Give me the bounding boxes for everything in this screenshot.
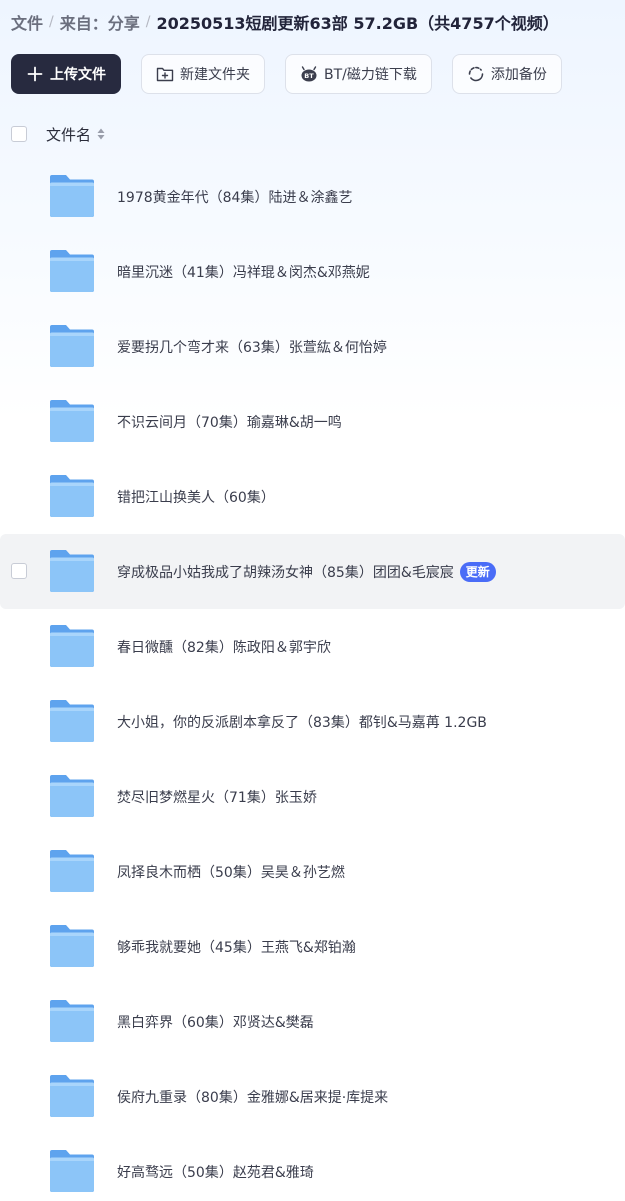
breadcrumb-current: 20250513短剧更新63部 57.2GB（共4757个视频） bbox=[156, 14, 559, 33]
add-backup-button[interactable]: 添加备份 bbox=[451, 54, 562, 94]
file-name-label: 不识云间月（70集）瑜嘉琳&胡一鸣 bbox=[117, 414, 342, 431]
file-name[interactable]: 错把江山换美人（60集） bbox=[117, 459, 275, 534]
file-name-label: 错把江山换美人（60集） bbox=[117, 489, 275, 506]
folder-icon bbox=[49, 924, 95, 968]
file-row[interactable]: 不识云间月（70集）瑜嘉琳&胡一鸣 bbox=[0, 384, 625, 459]
breadcrumb-source[interactable]: 来自：分享 bbox=[60, 10, 140, 34]
folder-icon bbox=[49, 624, 95, 668]
file-name-label: 焚尽旧梦燃星火（71集）张玉娇 bbox=[117, 789, 317, 806]
sort-icon[interactable] bbox=[97, 128, 105, 140]
bt-download-button-label: BT/磁力链下载 bbox=[324, 67, 417, 83]
file-name[interactable]: 暗里沉迷（41集）冯祥琨＆闵杰&邓燕妮 bbox=[117, 234, 370, 309]
file-name[interactable]: 不识云间月（70集）瑜嘉琳&胡一鸣 bbox=[117, 384, 342, 459]
file-row[interactable]: 错把江山换美人（60集） bbox=[0, 459, 625, 534]
toolbar: 上传文件 新建文件夹 BT BT/磁力链下载 添加备份 bbox=[11, 54, 562, 94]
file-name[interactable]: 侯府九重录（80集）金雅娜&居来提·库提来 bbox=[117, 1059, 388, 1134]
folder-icon bbox=[49, 324, 95, 368]
plus-icon bbox=[26, 65, 44, 83]
file-name-label: 暗里沉迷（41集）冯祥琨＆闵杰&邓燕妮 bbox=[117, 264, 370, 281]
breadcrumb: 文件 / 来自：分享 / 20250513短剧更新63部 57.2GB（共475… bbox=[11, 9, 559, 35]
file-name-label: 够乖我就要她（45集）王燕飞&郑铂瀚 bbox=[117, 939, 356, 956]
file-row[interactable]: 焚尽旧梦燃星火（71集）张玉娇 bbox=[0, 759, 625, 834]
file-name-label: 好高骛远（50集）赵苑君&雅琦 bbox=[117, 1164, 314, 1181]
svg-text:BT: BT bbox=[304, 72, 314, 80]
folder-icon bbox=[49, 474, 95, 518]
folder-icon bbox=[49, 1074, 95, 1118]
folder-plus-icon bbox=[156, 65, 174, 83]
folder-icon bbox=[49, 174, 95, 218]
file-name-label: 穿成极品小姑我成了胡辣汤女神（85集）团团&毛宸宸 bbox=[117, 564, 454, 581]
column-header-name-label: 文件名 bbox=[46, 125, 92, 144]
file-name-label: 爱要拐几个弯才来（63集）张萱紘＆何怡婷 bbox=[117, 339, 387, 356]
list-header: 文件名 bbox=[0, 118, 625, 150]
breadcrumb-root[interactable]: 文件 bbox=[11, 10, 43, 34]
folder-icon bbox=[49, 549, 95, 593]
file-name[interactable]: 够乖我就要她（45集）王燕飞&郑铂瀚 bbox=[117, 909, 356, 984]
select-all-checkbox[interactable] bbox=[11, 126, 27, 142]
sync-icon bbox=[467, 65, 485, 83]
file-name[interactable]: 春日微醺（82集）陈政阳＆郭宇欣 bbox=[117, 609, 331, 684]
file-row[interactable]: 爱要拐几个弯才来（63集）张萱紘＆何怡婷 bbox=[0, 309, 625, 384]
file-name[interactable]: 1978黄金年代（84集）陆进＆涂鑫艺 bbox=[117, 159, 352, 234]
new-folder-button-label: 新建文件夹 bbox=[180, 67, 250, 83]
file-row[interactable]: 够乖我就要她（45集）王燕飞&郑铂瀚 bbox=[0, 909, 625, 984]
folder-icon bbox=[49, 849, 95, 893]
file-row[interactable]: 好高骛远（50集）赵苑君&雅琦 bbox=[0, 1134, 625, 1201]
file-name[interactable]: 爱要拐几个弯才来（63集）张萱紘＆何怡婷 bbox=[117, 309, 387, 384]
file-name[interactable]: 焚尽旧梦燃星火（71集）张玉娇 bbox=[117, 759, 317, 834]
file-row[interactable]: 大小姐，你的反派剧本拿反了（83集）都钊&马嘉苒 1.2GB bbox=[0, 684, 625, 759]
folder-icon bbox=[49, 399, 95, 443]
file-row[interactable]: 穿成极品小姑我成了胡辣汤女神（85集）团团&毛宸宸 更新 bbox=[0, 534, 625, 609]
file-row[interactable]: 1978黄金年代（84集）陆进＆涂鑫艺 bbox=[0, 159, 625, 234]
bt-download-button[interactable]: BT BT/磁力链下载 bbox=[285, 54, 432, 94]
file-name-label: 大小姐，你的反派剧本拿反了（83集）都钊&马嘉苒 1.2GB bbox=[117, 714, 487, 731]
file-name-label: 1978黄金年代（84集）陆进＆涂鑫艺 bbox=[117, 189, 353, 206]
breadcrumb-separator: / bbox=[145, 14, 151, 30]
folder-icon bbox=[49, 999, 95, 1043]
add-backup-button-label: 添加备份 bbox=[490, 67, 547, 83]
bt-magnet-icon: BT bbox=[300, 65, 318, 83]
file-name[interactable]: 凤择良木而栖（50集）吴昊＆孙艺燃 bbox=[117, 834, 345, 909]
update-badge: 更新 bbox=[459, 561, 496, 582]
file-name-label: 春日微醺（82集）陈政阳＆郭宇欣 bbox=[117, 639, 331, 656]
breadcrumb-separator: / bbox=[49, 14, 54, 30]
folder-icon bbox=[49, 249, 95, 293]
row-checkbox[interactable] bbox=[11, 563, 27, 579]
file-name[interactable]: 穿成极品小姑我成了胡辣汤女神（85集）团团&毛宸宸 更新 bbox=[117, 534, 496, 609]
upload-button[interactable]: 上传文件 bbox=[11, 54, 121, 94]
folder-icon bbox=[49, 699, 95, 743]
file-row[interactable]: 黑白弈界（60集）邓贤达&樊磊 bbox=[0, 984, 625, 1059]
upload-button-label: 上传文件 bbox=[50, 67, 106, 83]
file-name[interactable]: 黑白弈界（60集）邓贤达&樊磊 bbox=[117, 984, 314, 1059]
new-folder-button[interactable]: 新建文件夹 bbox=[141, 54, 265, 94]
file-row[interactable]: 侯府九重录（80集）金雅娜&居来提·库提来 bbox=[0, 1059, 625, 1134]
file-row[interactable]: 春日微醺（82集）陈政阳＆郭宇欣 bbox=[0, 609, 625, 684]
column-header-name[interactable]: 文件名 bbox=[46, 124, 105, 145]
file-name[interactable]: 大小姐，你的反派剧本拿反了（83集）都钊&马嘉苒 1.2GB bbox=[117, 684, 487, 759]
file-name[interactable]: 好高骛远（50集）赵苑君&雅琦 bbox=[117, 1134, 314, 1201]
folder-icon bbox=[49, 1149, 95, 1193]
folder-icon bbox=[49, 774, 95, 818]
file-list: 1978黄金年代（84集）陆进＆涂鑫艺 暗里沉迷（41集）冯祥琨＆闵杰&邓燕妮 爱要… bbox=[0, 159, 625, 1201]
file-name-label: 凤择良木而栖（50集）吴昊＆孙艺燃 bbox=[117, 864, 345, 881]
file-row[interactable]: 暗里沉迷（41集）冯祥琨＆闵杰&邓燕妮 bbox=[0, 234, 625, 309]
file-name-label: 侯府九重录（80集）金雅娜&居来提·库提来 bbox=[117, 1089, 389, 1106]
file-name-label: 黑白弈界（60集）邓贤达&樊磊 bbox=[117, 1014, 314, 1031]
file-row[interactable]: 凤择良木而栖（50集）吴昊＆孙艺燃 bbox=[0, 834, 625, 909]
